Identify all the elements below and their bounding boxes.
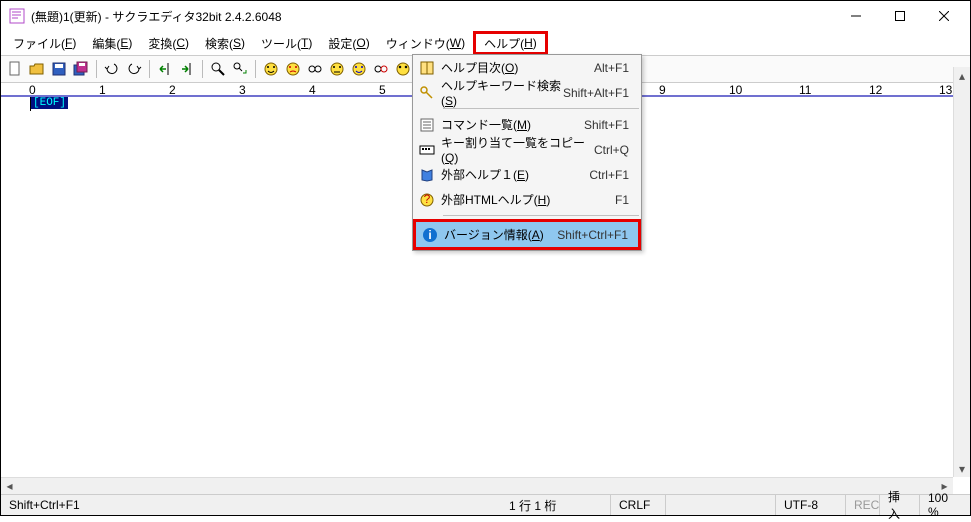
keyboard-icon — [413, 142, 441, 158]
face5-icon[interactable] — [393, 59, 413, 79]
menu-file[interactable]: ファイル(F) — [5, 31, 84, 55]
search-pair-button[interactable] — [305, 59, 325, 79]
scroll-left-icon[interactable]: ◂ — [1, 478, 18, 494]
maximize-button[interactable] — [878, 2, 922, 30]
menu-copy-key-assignments[interactable]: キー割り当て一覧をコピー(Q) Ctrl+Q — [413, 137, 641, 162]
main-window: (無題)1(更新) - サクラエディタ32bit 2.4.2.6048 ファイル… — [0, 0, 971, 516]
app-icon — [9, 8, 25, 24]
window-title: (無題)1(更新) - サクラエディタ32bit 2.4.2.6048 — [31, 8, 834, 25]
close-button[interactable] — [922, 2, 966, 30]
face2-icon[interactable] — [283, 59, 303, 79]
menu-help[interactable]: ヘルプ(H) — [473, 31, 548, 55]
search-button[interactable] — [208, 59, 228, 79]
book-icon — [413, 167, 441, 183]
vertical-scrollbar[interactable]: ▴ ▾ — [953, 67, 970, 477]
undo-button[interactable] — [102, 59, 122, 79]
new-file-button[interactable] — [5, 59, 25, 79]
status-eol: CRLF — [611, 495, 666, 515]
status-empty — [666, 495, 776, 515]
search-next-button[interactable] — [230, 59, 250, 79]
open-file-button[interactable] — [27, 59, 47, 79]
svg-text:?: ? — [424, 192, 431, 206]
menubar: ファイル(F) 編集(E) 変換(C) 検索(S) ツール(T) 設定(O) ウ… — [1, 31, 970, 55]
menu-about[interactable]: i バージョン情報(A) Shift+Ctrl+F1 — [413, 219, 641, 250]
menu-external-help[interactable]: 外部ヘルプ１(E) Ctrl+F1 — [413, 162, 641, 187]
eof-marker: [EOF] — [31, 97, 68, 109]
menu-settings[interactable]: 設定(O) — [320, 31, 377, 55]
minimize-button[interactable] — [834, 2, 878, 30]
horizontal-scrollbar[interactable]: ◂ ▸ — [1, 477, 953, 494]
face3-icon[interactable] — [327, 59, 347, 79]
titlebar: (無題)1(更新) - サクラエディタ32bit 2.4.2.6048 — [1, 1, 970, 31]
help-book-icon — [413, 60, 441, 76]
statusbar: Shift+Ctrl+F1 1 行 1 桁 CRLF UTF-8 REC 挿入 … — [1, 494, 970, 515]
menu-edit[interactable]: 編集(E) — [84, 31, 140, 55]
menu-help-keyword-search[interactable]: ヘルプキーワード検索(S) Shift+Alt+F1 — [413, 80, 641, 105]
menu-divider — [443, 215, 639, 216]
info-icon: i — [416, 227, 444, 243]
face4-icon[interactable] — [349, 59, 369, 79]
svg-text:i: i — [428, 228, 431, 242]
status-insert: 挿入 — [880, 495, 920, 515]
scroll-down-icon[interactable]: ▾ — [954, 460, 970, 477]
status-rec: REC — [846, 495, 880, 515]
search-pair2-button[interactable] — [371, 59, 391, 79]
help-key-icon — [413, 85, 441, 101]
indent-left-button[interactable] — [155, 59, 175, 79]
menu-search[interactable]: 検索(S) — [197, 31, 253, 55]
menu-divider — [443, 108, 639, 109]
status-encoding: UTF-8 — [776, 495, 846, 515]
status-position: 1 行 1 桁 — [501, 495, 611, 515]
face1-icon[interactable] — [261, 59, 281, 79]
menu-external-html-help[interactable]: ? 外部HTMLヘルプ(H) F1 — [413, 187, 641, 212]
save-button[interactable] — [49, 59, 69, 79]
status-zoom: 100 % — [920, 495, 970, 515]
help-menu-dropdown: ヘルプ目次(O) Alt+F1 ヘルプキーワード検索(S) Shift+Alt+… — [412, 54, 642, 251]
scroll-up-icon[interactable]: ▴ — [954, 67, 970, 84]
html-help-icon: ? — [413, 192, 441, 208]
save-all-button[interactable] — [71, 59, 91, 79]
menu-tools[interactable]: ツール(T) — [253, 31, 320, 55]
redo-button[interactable] — [124, 59, 144, 79]
status-hint: Shift+Ctrl+F1 — [1, 495, 501, 515]
menu-window[interactable]: ウィンドウ(W) — [378, 31, 473, 55]
indent-right-button[interactable] — [177, 59, 197, 79]
list-icon — [413, 117, 441, 133]
menu-convert[interactable]: 変換(C) — [140, 31, 197, 55]
